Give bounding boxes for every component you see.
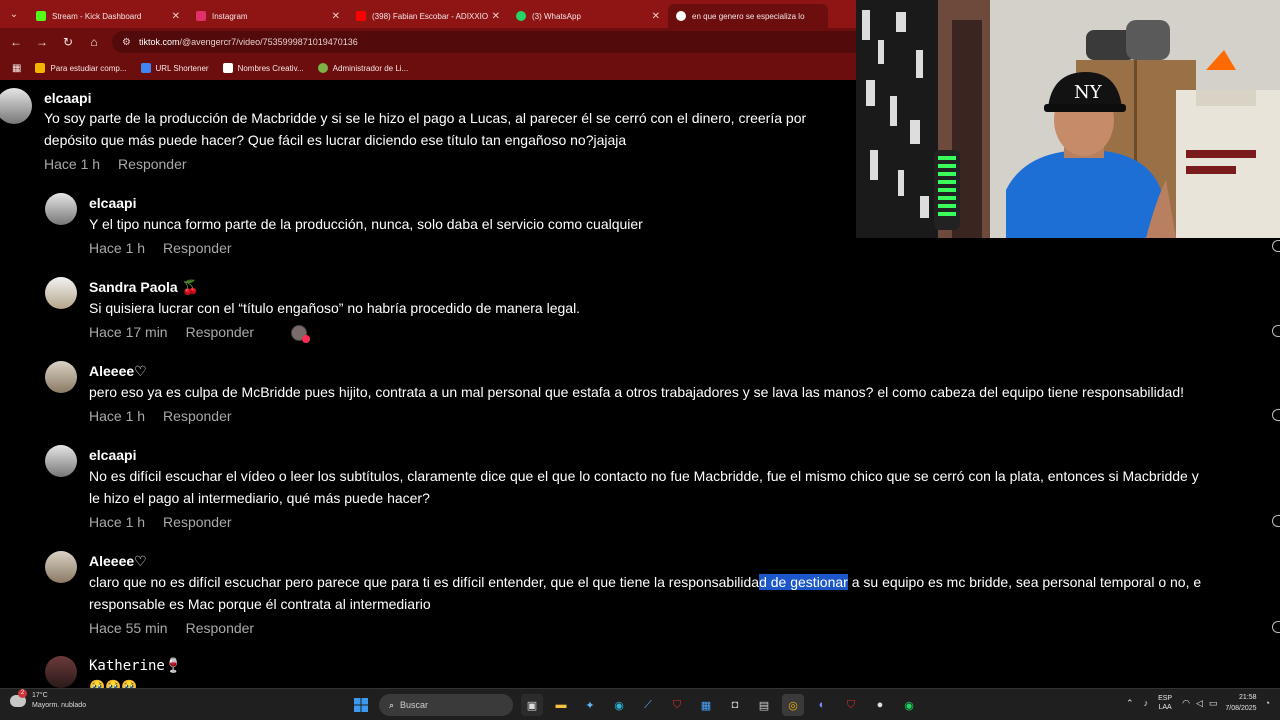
avatar[interactable] <box>45 656 77 688</box>
battery-icon[interactable]: ▭ <box>1209 698 1218 709</box>
leaf-icon <box>317 63 328 73</box>
apps-grid-icon[interactable]: ▦ <box>12 63 21 74</box>
clock[interactable]: 21:58 7/08/2025 <box>1225 692 1256 714</box>
avatar[interactable] <box>45 193 77 225</box>
heart-icon <box>302 335 310 343</box>
webcam-feed: NY <box>856 0 1280 238</box>
close-icon[interactable]: ✕ <box>172 11 180 22</box>
reply-button[interactable]: Responder <box>118 156 187 172</box>
svg-text:NY: NY <box>1074 82 1103 103</box>
play-icon <box>222 63 233 73</box>
copilot-icon[interactable]: ✦ <box>579 694 601 716</box>
avatar[interactable] <box>45 361 77 393</box>
task-view-icon[interactable]: ▣ <box>521 694 543 716</box>
file-explorer-icon[interactable]: ▬ <box>550 694 572 716</box>
mcafee-icon[interactable]: ⛉ <box>666 694 688 716</box>
like-heart-icon[interactable] <box>1272 515 1280 527</box>
bookmark-url-shortener[interactable]: URL Shortener <box>140 63 209 73</box>
reply-button[interactable]: Responder <box>163 408 232 424</box>
avatar[interactable] <box>45 277 77 309</box>
weather-icon: 2 <box>10 689 27 707</box>
weather-widget[interactable]: 2 17°C Mayorm. nublado <box>10 689 86 711</box>
bookmark-administrador[interactable]: Administrador de Li... <box>317 63 408 73</box>
reply-button[interactable]: Responder <box>186 324 255 340</box>
search-icon: ⌕ <box>389 699 395 710</box>
avatar[interactable] <box>0 88 32 124</box>
reply-button[interactable]: Responder <box>186 620 255 636</box>
store-icon[interactable]: ▦ <box>695 694 717 716</box>
spotify-icon[interactable]: ◉ <box>898 694 920 716</box>
close-icon[interactable]: ✕ <box>492 11 500 22</box>
bookmark-nombres[interactable]: Nombres Creativ... <box>222 63 304 73</box>
comment-meta: Hace 17 min Responder <box>89 324 255 340</box>
like-heart-icon[interactable] <box>1272 621 1280 633</box>
edge-icon[interactable]: ◉ <box>608 694 630 716</box>
home-icon[interactable]: ⌂ <box>82 30 106 54</box>
microphone-icon[interactable]: ♪ <box>1144 698 1149 708</box>
language-indicator[interactable]: ESP LAA <box>1158 694 1172 712</box>
vs-icon[interactable]: ⟋ <box>637 694 659 716</box>
folder-icon <box>35 63 46 73</box>
comment-meta: Hace 55 min Responder <box>89 620 255 636</box>
tab-kick[interactable]: Stream - Kick Dashboard ✕ <box>28 4 188 28</box>
bookmark-estudiar[interactable]: Para estudiar comp... <box>35 63 127 73</box>
like-heart-icon[interactable] <box>1272 240 1280 252</box>
tab-youtube[interactable]: (398) Fabian Escobar - ADIXXIO ✕ <box>348 4 508 28</box>
close-icon[interactable]: ✕ <box>652 11 660 22</box>
webcam-overlay: NY <box>856 0 1280 238</box>
avatar[interactable] <box>45 445 77 477</box>
tab-search-icon[interactable]: ⌄ <box>0 0 28 28</box>
address-bar[interactable]: ⚙ tiktok.com/@avengercr7/video/753599987… <box>112 31 872 53</box>
whatsapp-icon <box>516 11 526 21</box>
tab-google-search[interactable]: en que genero se especializa lo <box>668 4 828 28</box>
site-info-icon[interactable]: ⚙ <box>122 37 131 48</box>
selected-text: d de gestionar <box>759 574 848 590</box>
camera-icon[interactable]: ◘ <box>724 694 746 716</box>
mcafee-shield-icon[interactable]: ⛉ <box>840 694 862 716</box>
like-heart-icon[interactable] <box>1272 325 1280 337</box>
windows-start-icon[interactable] <box>350 694 372 716</box>
notifications-bell-icon[interactable]: ◔ <box>1265 698 1270 708</box>
volume-icon[interactable]: ◁ <box>1196 698 1203 709</box>
chevron-up-icon[interactable]: ⌃ <box>1126 698 1134 709</box>
obs-icon[interactable]: ● <box>869 694 891 716</box>
notification-badge: 2 <box>18 689 27 698</box>
comment-meta: Hace 1 h Responder <box>44 156 187 172</box>
instagram-icon <box>196 11 206 21</box>
kick-icon <box>36 11 46 21</box>
back-icon[interactable]: ← <box>4 30 28 54</box>
discord-icon[interactable]: ◐ <box>811 694 833 716</box>
avatar[interactable] <box>45 551 77 583</box>
close-icon[interactable]: ✕ <box>332 11 340 22</box>
reload-icon[interactable]: ↻ <box>56 30 80 54</box>
like-heart-icon[interactable] <box>1272 409 1280 421</box>
google-icon <box>676 11 686 21</box>
taskbar-search-input[interactable]: ⌕ Buscar <box>379 694 513 716</box>
system-tray: ⌃ ♪ ESP LAA ◠ ◁ ▭ 21:58 7/08/2025 ◔ <box>1126 692 1270 714</box>
tab-whatsapp[interactable]: (3) WhatsApp ✕ <box>508 4 668 28</box>
calculator-icon[interactable]: ▤ <box>753 694 775 716</box>
comment-meta: Hace 1 h Responder <box>89 514 232 530</box>
wifi-icon[interactable]: ◠ <box>1182 698 1190 709</box>
youtube-icon <box>356 11 366 21</box>
reply-button[interactable]: Responder <box>163 514 232 530</box>
windows-taskbar: 2 17°C Mayorm. nublado ⌕ Buscar ▣ ▬ ✦ ◉ … <box>0 688 1280 720</box>
comment-meta: Hace 1 h Responder <box>89 408 232 424</box>
comment-text: claro que no es difícil escuchar pero pa… <box>89 574 1202 590</box>
chrome-icon[interactable]: ◎ <box>782 694 804 716</box>
comment-meta: Hace 1 h Responder <box>89 240 232 256</box>
taskbar-apps: ⌕ Buscar ▣ ▬ ✦ ◉ ⟋ ⛉ ▦ ◘ ▤ ◎ ◐ ⛉ ● ◉ <box>350 694 927 716</box>
link-icon <box>140 63 151 73</box>
tab-instagram[interactable]: Instagram ✕ <box>188 4 348 28</box>
forward-icon[interactable]: → <box>30 30 54 54</box>
reply-button[interactable]: Responder <box>163 240 232 256</box>
